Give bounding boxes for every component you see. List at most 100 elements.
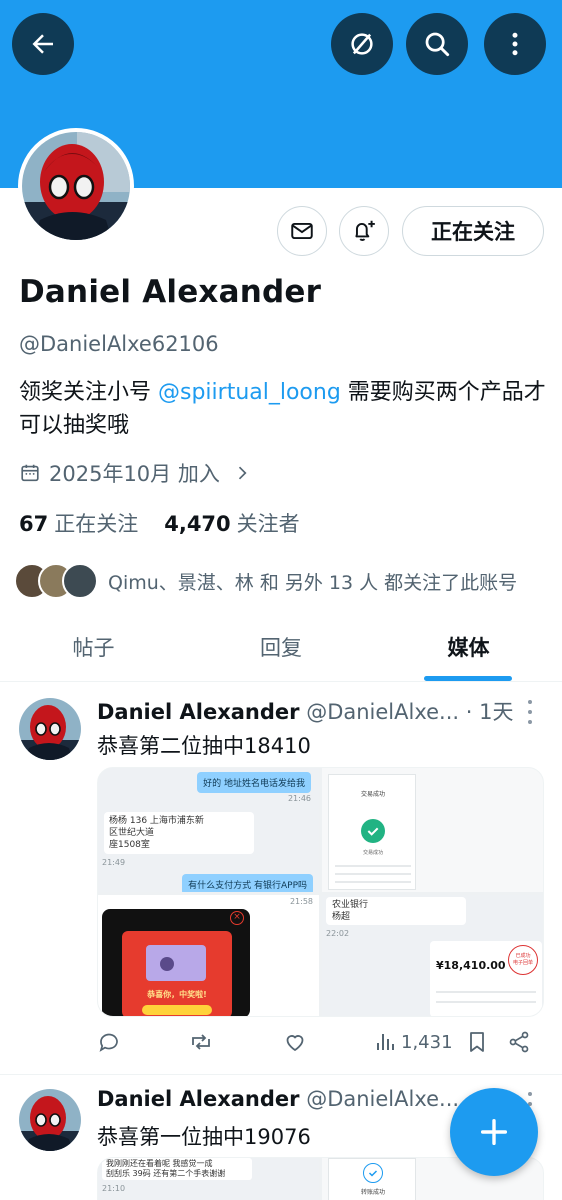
followed-by-row[interactable]: Qimu、景湛、林 和 另外 13 人 都关注了此账号 <box>14 563 517 599</box>
phone-time: 21:58 <box>289 897 313 906</box>
chat-time: 21:46 <box>287 794 311 803</box>
hide-button[interactable] <box>331 13 393 75</box>
tab-posts[interactable]: 帖子 <box>0 612 187 682</box>
repost-icon <box>192 1034 210 1050</box>
tweet-text: 恭喜第二位抽中18410 <box>97 734 311 758</box>
chat-bubble: 好的 地址姓名电话发给我 <box>197 772 311 793</box>
close-icon: × <box>230 911 244 925</box>
chat-name: 杨杨 136 <box>109 816 148 826</box>
media-lottery-screenshot[interactable]: 21:58 恭喜你，中奖啦! × <box>98 895 319 1016</box>
following-label: 正在关注 <box>54 512 139 536</box>
tweet-media-grid[interactable]: 好的 地址姓名电话发给我 21:46 杨杨 136 上海市浦东新 区世纪大道 座… <box>97 767 544 1017</box>
bio-text: 领奖关注小号 <box>19 380 158 405</box>
followed-by-text: Qimu、景湛、林 和 另外 13 人 都关注了此账号 <box>108 571 518 594</box>
tweet-author-name[interactable]: Daniel Alexander <box>97 1087 300 1111</box>
compose-button[interactable] <box>450 1088 538 1176</box>
chat-address-1: 上海市浦东新 <box>149 816 204 826</box>
chat-line: 我刚刚还在看着呢 我感觉一成 <box>106 1159 213 1168</box>
tweet-avatar[interactable] <box>19 698 81 760</box>
followers-label: 关注者 <box>236 512 300 536</box>
chat-address-2: 区世纪大道 <box>109 828 155 838</box>
followers-you-know-avatars <box>14 563 98 599</box>
search-button[interactable] <box>406 13 468 75</box>
check-circle-icon <box>361 819 385 843</box>
payment-status: 交易成功 <box>362 850 383 856</box>
following-button[interactable]: 正在关注 <box>402 206 544 256</box>
tweet-author-handle[interactable]: @DanielAlxe... <box>306 1087 459 1111</box>
reply-button[interactable] <box>97 1030 121 1054</box>
bell-plus-icon <box>355 220 375 241</box>
bank-text: 农业银行 <box>332 900 369 910</box>
heart-icon <box>286 1035 304 1052</box>
follow-stats: 67 正在关注 4,470 关注者 <box>19 508 300 538</box>
tab-media[interactable]: 媒体 <box>375 612 562 682</box>
profile-avatar[interactable] <box>18 128 134 244</box>
reply-icon <box>99 1033 118 1052</box>
media-receipt-screenshot[interactable]: 农业银行 杨超 22:02 ¥18,410.00 已成功 电子回单 <box>322 895 543 1016</box>
avatar <box>62 563 98 599</box>
back-arrow-icon <box>32 34 53 54</box>
chat-bubble: 有什么支付方式 有银行APP吗 <box>182 874 313 892</box>
tweet-divider <box>0 1074 562 1075</box>
popup-text: 恭喜你，中奖啦! <box>147 990 207 999</box>
profile-bio: 领奖关注小号 @spiirtual_loong 需要购买两个产品才可以抽奖哦 <box>19 376 549 442</box>
chat-time: 21:49 <box>102 858 126 867</box>
followers-stat[interactable]: 4,470 关注者 <box>164 508 299 538</box>
followers-count: 4,470 <box>164 512 231 536</box>
joined-text: 2025年10月 加入 <box>49 462 220 486</box>
tweet-more-button[interactable] <box>520 700 540 724</box>
check-circle-icon <box>363 1163 383 1183</box>
plus-icon <box>480 1118 508 1146</box>
tweet-author-name[interactable]: Daniel Alexander <box>97 700 300 724</box>
tweet-header: Daniel Alexander @DanielAlxe... <box>97 1087 459 1111</box>
more-vertical-icon <box>512 32 518 56</box>
bookmark-icon <box>470 1032 484 1052</box>
envelope-icon <box>291 222 313 240</box>
spiderman-avatar-image <box>19 698 81 760</box>
active-tab-indicator <box>424 676 512 681</box>
payment-label: 转账成功 <box>360 1189 385 1196</box>
bookmark-button[interactable] <box>465 1030 489 1054</box>
media-chat-screenshot[interactable]: 好的 地址姓名电话发给我 21:46 杨杨 136 上海市浦东新 区世纪大道 座… <box>98 768 319 892</box>
bio-mention-link[interactable]: @spiirtual_loong <box>158 380 341 405</box>
following-count: 67 <box>19 512 49 536</box>
chat-address-3: 座1508室 <box>109 840 150 850</box>
profile-name: Daniel Alexander <box>19 274 322 310</box>
chat-time: 22:02 <box>326 929 350 938</box>
message-button[interactable] <box>277 206 327 256</box>
views-chart-icon <box>377 1034 394 1050</box>
bank-name: 杨超 <box>332 912 351 922</box>
like-button[interactable] <box>283 1030 307 1054</box>
chevron-right-icon <box>238 466 247 480</box>
chat-time: 21:10 <box>102 1184 126 1193</box>
tab-replies[interactable]: 回复 <box>187 612 375 682</box>
receipt-stamp: 已成功 电子回单 <box>508 945 538 975</box>
spiderman-avatar-image <box>19 1089 81 1151</box>
notifications-button[interactable] <box>339 206 389 256</box>
more-button[interactable] <box>484 13 546 75</box>
chat-address-bubble: 杨杨 136 上海市浦东新 区世纪大道 座1508室 <box>104 812 254 854</box>
joined-date[interactable]: 2025年10月 加入 <box>19 458 252 488</box>
tweet-avatar[interactable] <box>19 1089 81 1151</box>
profile-handle: @DanielAlxe62106 <box>19 332 219 356</box>
media-payment-screenshot[interactable]: 交易成功 交易成功 <box>322 768 543 892</box>
back-button[interactable] <box>12 13 74 75</box>
tweet-time: · 1天 <box>465 700 514 724</box>
receipt-amount: ¥18,410.00 <box>436 959 506 972</box>
following-stat[interactable]: 67 正在关注 <box>19 508 138 538</box>
calendar-icon <box>21 464 39 482</box>
search-icon <box>425 32 450 57</box>
payment-title: 交易成功 <box>360 791 385 798</box>
views-button[interactable]: 1,431 <box>373 1030 453 1054</box>
tweet-actions: 1,431 <box>97 1030 537 1062</box>
repost-button[interactable] <box>189 1030 213 1054</box>
media-chat-screenshot[interactable]: 我刚刚还在看着呢 我感觉一成 刮刮乐 39码 还有第二个手表谢谢 21:10 <box>98 1158 319 1200</box>
share-button[interactable] <box>507 1030 531 1054</box>
share-icon <box>509 1031 529 1053</box>
tweet-header: Daniel Alexander @DanielAlxe... · 1天 <box>97 696 513 726</box>
tweet-author-handle[interactable]: @DanielAlxe... <box>306 700 459 724</box>
tweet-text: 恭喜第一位抽中19076 <box>97 1125 311 1149</box>
spiderman-avatar-image <box>22 132 130 240</box>
hide-icon <box>351 33 373 55</box>
profile-tabs: 帖子 回复 媒体 <box>0 612 562 682</box>
